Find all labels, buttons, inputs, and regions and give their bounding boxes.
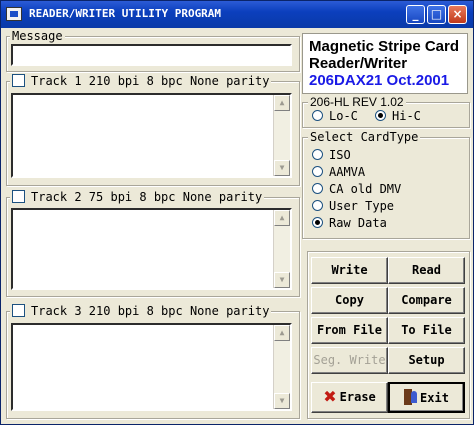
scroll-up-icon[interactable]: ▲ bbox=[274, 95, 290, 111]
seg-write-button[interactable]: Seg. Write bbox=[311, 347, 388, 374]
track2-label: Track 2 75 bpi 8 bpc None parity bbox=[31, 190, 263, 204]
info-panel: Magnetic Stripe Card Reader/Writer 206DA… bbox=[302, 33, 468, 94]
scroll-down-icon[interactable]: ▼ bbox=[274, 160, 290, 176]
track2-header: Track 2 75 bpi 8 bpc None parity bbox=[10, 190, 265, 204]
x-icon: ✖ bbox=[323, 387, 337, 406]
scroll-up-icon[interactable]: ▲ bbox=[274, 325, 290, 341]
radio-iso-label: ISO bbox=[329, 148, 351, 162]
compare-button[interactable]: Compare bbox=[388, 287, 465, 314]
from-file-button[interactable]: From File bbox=[311, 317, 388, 344]
title-bar[interactable]: READER/WRITER UTILITY PROGRAM _ □ × bbox=[1, 1, 473, 28]
window-title: READER/WRITER UTILITY PROGRAM bbox=[29, 7, 222, 20]
radio-iso-button[interactable] bbox=[312, 149, 323, 160]
track3-header: Track 3 210 bpi 8 bpc None parity bbox=[10, 304, 272, 318]
track3-scrollbar[interactable]: ▲ ▼ bbox=[273, 325, 290, 409]
radio-lo-c-button[interactable] bbox=[312, 110, 323, 121]
radio-lo-c[interactable]: Lo-C bbox=[312, 109, 358, 123]
scroll-up-icon[interactable]: ▲ bbox=[274, 210, 290, 226]
radio-ca-old-dmv[interactable]: CA old DMV bbox=[312, 182, 401, 196]
setup-button[interactable]: Setup bbox=[388, 347, 465, 374]
erase-label: Erase bbox=[339, 390, 376, 404]
radio-ca-old-dmv-button[interactable] bbox=[312, 183, 323, 194]
close-button[interactable]: × bbox=[448, 5, 467, 24]
radio-user-type-button[interactable] bbox=[312, 200, 323, 211]
radio-user-type-label: User Type bbox=[329, 199, 395, 213]
radio-user-type[interactable]: User Type bbox=[312, 199, 394, 213]
scroll-down-icon[interactable]: ▼ bbox=[274, 393, 290, 409]
maximize-button[interactable]: □ bbox=[427, 5, 446, 24]
write-button[interactable]: Write bbox=[311, 257, 388, 284]
cardtype-label: Select CardType bbox=[308, 130, 421, 144]
to-file-button[interactable]: To File bbox=[388, 317, 465, 344]
radio-raw-data[interactable]: Raw Data bbox=[312, 216, 387, 230]
track3-textarea[interactable]: ▲ ▼ bbox=[11, 323, 292, 411]
exit-label: Exit bbox=[420, 391, 449, 405]
erase-button[interactable]: ✖ Erase bbox=[311, 382, 388, 413]
copy-button[interactable]: Copy bbox=[311, 287, 388, 314]
track2-textarea[interactable]: ▲ ▼ bbox=[11, 208, 292, 290]
radio-raw-data-button[interactable] bbox=[312, 217, 323, 228]
radio-hi-c[interactable]: Hi-C bbox=[375, 109, 421, 123]
exit-door-icon bbox=[404, 389, 418, 405]
radio-iso[interactable]: ISO bbox=[312, 148, 351, 162]
track1-scrollbar[interactable]: ▲ ▼ bbox=[273, 95, 290, 176]
track1-header: Track 1 210 bpi 8 bpc None parity bbox=[10, 74, 272, 88]
track2-scrollbar[interactable]: ▲ ▼ bbox=[273, 210, 290, 288]
main-window: READER/WRITER UTILITY PROGRAM _ □ × Mess… bbox=[0, 0, 474, 425]
info-line2: Reader/Writer bbox=[309, 55, 408, 72]
track2-checkbox[interactable] bbox=[12, 190, 25, 203]
minimize-button[interactable]: _ bbox=[406, 5, 425, 24]
radio-ca-old-dmv-label: CA old DMV bbox=[329, 182, 402, 196]
track1-checkbox[interactable] bbox=[12, 74, 25, 87]
track3-checkbox[interactable] bbox=[12, 304, 25, 317]
radio-aamva-label: AAMVA bbox=[329, 165, 366, 179]
track3-label: Track 3 210 bpi 8 bpc None parity bbox=[31, 304, 270, 318]
radio-aamva-button[interactable] bbox=[312, 166, 323, 177]
track1-label: Track 1 210 bpi 8 bpc None parity bbox=[31, 74, 270, 88]
track1-textarea[interactable]: ▲ ▼ bbox=[11, 93, 292, 178]
read-button[interactable]: Read bbox=[388, 257, 465, 284]
exit-button[interactable]: Exit bbox=[388, 382, 465, 413]
info-line3: 206DAX21 Oct.2001 bbox=[309, 72, 450, 89]
message-field[interactable] bbox=[11, 44, 292, 66]
radio-aamva[interactable]: AAMVA bbox=[312, 165, 365, 179]
radio-raw-data-label: Raw Data bbox=[329, 216, 387, 230]
info-line1: Magnetic Stripe Card bbox=[309, 38, 460, 55]
app-icon[interactable] bbox=[6, 7, 22, 21]
radio-hi-c-button[interactable] bbox=[375, 110, 386, 121]
radio-hi-c-label: Hi-C bbox=[392, 109, 421, 123]
radio-lo-c-label: Lo-C bbox=[329, 109, 358, 123]
coercivity-label: 206-HL REV 1.02 bbox=[308, 95, 406, 109]
message-label: Message bbox=[10, 29, 65, 43]
scroll-down-icon[interactable]: ▼ bbox=[274, 272, 290, 288]
